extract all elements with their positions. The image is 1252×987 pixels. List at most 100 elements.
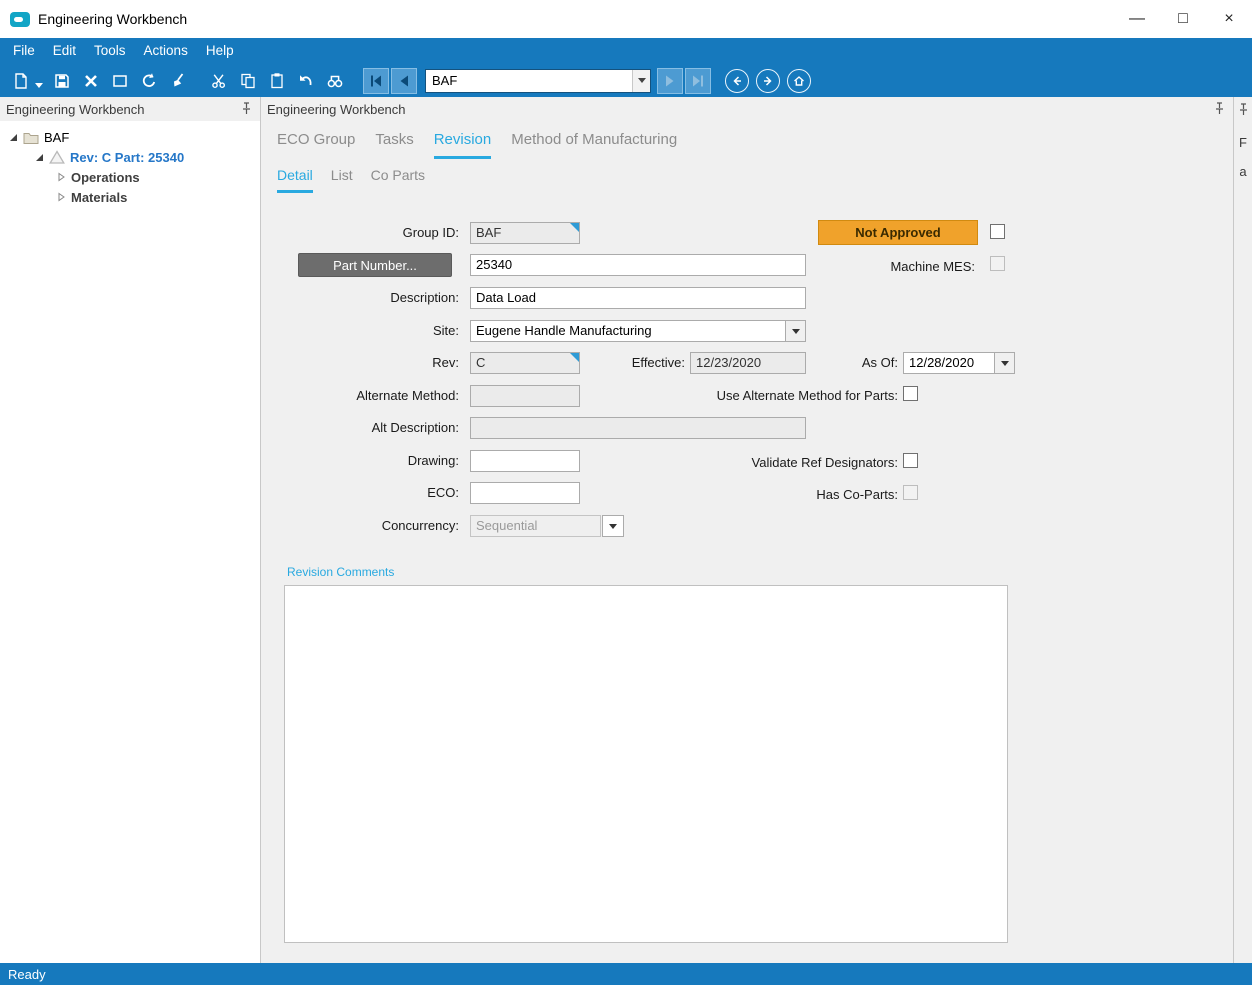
alternate-method-field[interactable] — [470, 385, 580, 407]
folder-icon — [23, 131, 39, 144]
right-dock-strip: F a — [1233, 97, 1252, 963]
group-id-label: Group ID: — [261, 225, 459, 241]
new-dropdown-icon[interactable] — [35, 83, 43, 88]
validate-ref-designators-label: Validate Ref Designators: — [591, 455, 898, 471]
description-label: Description: — [261, 290, 459, 306]
effective-field[interactable]: 12/23/2020 — [690, 352, 806, 374]
as-of-label: As Of: — [821, 355, 898, 371]
eco-label: ECO: — [261, 485, 459, 501]
tab-tasks[interactable]: Tasks — [375, 131, 413, 159]
first-record-icon[interactable] — [363, 68, 389, 94]
last-record-icon[interactable] — [685, 68, 711, 94]
effective-label: Effective: — [591, 355, 685, 371]
eco-field[interactable] — [470, 482, 580, 504]
drawing-label: Drawing: — [261, 453, 459, 469]
tree-node-operations-label: Operations — [71, 170, 140, 185]
close-button[interactable]: × — [1206, 0, 1252, 38]
home-icon[interactable] — [787, 69, 811, 93]
maximize-button[interactable]: □ — [1160, 0, 1206, 38]
tree-node-revision[interactable]: Rev: C Part: 25340 — [0, 147, 260, 167]
approval-status-button[interactable]: Not Approved — [818, 220, 978, 245]
description-field[interactable]: Data Load — [470, 287, 806, 309]
menu-file[interactable]: File — [4, 38, 44, 64]
expander-expanded-icon[interactable] — [8, 132, 18, 142]
clear-icon[interactable] — [107, 68, 133, 94]
pin-icon[interactable] — [1238, 103, 1249, 121]
revision-triangle-icon — [49, 150, 65, 164]
delete-icon[interactable] — [78, 68, 104, 94]
copy-icon[interactable] — [235, 68, 261, 94]
validate-ref-designators-checkbox[interactable] — [903, 453, 918, 468]
menu-actions[interactable]: Actions — [135, 38, 197, 64]
main-tabs: ECO Group Tasks Revision Method of Manuf… — [261, 121, 1233, 159]
approved-checkbox[interactable] — [990, 224, 1005, 239]
site-value: Eugene Handle Manufacturing — [471, 321, 785, 341]
tree-node-group-label: BAF — [44, 130, 69, 145]
group-id-field[interactable]: BAF — [470, 222, 580, 244]
as-of-value: 12/28/2020 — [904, 353, 994, 373]
use-alternate-method-checkbox[interactable] — [903, 386, 918, 401]
cut-icon[interactable] — [206, 68, 232, 94]
alt-description-field[interactable] — [470, 417, 806, 439]
main-panel: Engineering Workbench ECO Group Tasks Re… — [261, 97, 1233, 963]
subtab-co-parts[interactable]: Co Parts — [371, 167, 425, 193]
concurrency-dropdown-icon[interactable] — [602, 515, 624, 537]
expander-expanded-icon[interactable] — [34, 152, 44, 162]
forward-icon[interactable] — [756, 69, 780, 93]
tree-node-materials[interactable]: Materials — [0, 187, 260, 207]
subtab-detail[interactable]: Detail — [277, 167, 313, 193]
tree-node-group[interactable]: BAF — [0, 127, 260, 147]
record-combo-dropdown-icon[interactable] — [632, 70, 650, 92]
subtab-list[interactable]: List — [331, 167, 353, 193]
paste-icon[interactable] — [264, 68, 290, 94]
site-dropdown[interactable]: Eugene Handle Manufacturing — [470, 320, 806, 342]
minimize-button[interactable]: — — [1114, 0, 1160, 38]
toolbar: BAF — [0, 64, 1252, 97]
site-label: Site: — [261, 323, 459, 339]
back-icon[interactable] — [725, 69, 749, 93]
revision-detail-form: Group ID: BAF Not Approved Part Number..… — [261, 193, 1233, 963]
part-number-field[interactable]: 25340 — [470, 254, 806, 276]
right-strip-text: F — [1234, 135, 1252, 150]
revision-comments-label: Revision Comments — [287, 565, 394, 579]
as-of-date-picker[interactable]: 12/28/2020 — [903, 352, 1015, 374]
menu-help[interactable]: Help — [197, 38, 243, 64]
menu-edit[interactable]: Edit — [44, 38, 85, 64]
machine-mes-label: Machine MES: — [761, 259, 975, 275]
tree-node-materials-label: Materials — [71, 190, 127, 205]
next-record-icon[interactable] — [657, 68, 683, 94]
tab-eco-group[interactable]: ECO Group — [277, 131, 355, 159]
refresh-icon[interactable] — [136, 68, 162, 94]
pin-icon[interactable] — [1214, 102, 1225, 118]
chevron-down-icon[interactable] — [785, 321, 805, 341]
drawing-field[interactable] — [470, 450, 580, 472]
pin-icon[interactable] — [241, 102, 252, 118]
alternate-method-label: Alternate Method: — [261, 388, 459, 404]
undo-icon[interactable] — [293, 68, 319, 94]
record-combo[interactable]: BAF — [425, 69, 651, 93]
right-strip-text: a — [1234, 164, 1252, 179]
broom-icon[interactable] — [165, 68, 191, 94]
save-icon[interactable] — [49, 68, 75, 94]
part-number-button[interactable]: Part Number... — [298, 253, 452, 277]
use-alternate-method-label: Use Alternate Method for Parts: — [591, 388, 898, 404]
tree-node-revision-label: Rev: C Part: 25340 — [70, 150, 184, 165]
rev-field[interactable]: C — [470, 352, 580, 374]
tree-panel: Engineering Workbench BAF — [0, 97, 261, 963]
previous-record-icon[interactable] — [391, 68, 417, 94]
revision-subtabs: Detail List Co Parts — [261, 159, 1233, 193]
new-icon[interactable] — [8, 68, 34, 94]
status-text: Ready — [8, 967, 46, 982]
tab-method-of-manufacturing[interactable]: Method of Manufacturing — [511, 131, 677, 159]
revision-comments-textarea[interactable] — [284, 585, 1008, 943]
tab-revision[interactable]: Revision — [434, 131, 492, 159]
app-icon — [10, 12, 30, 27]
expander-collapsed-icon[interactable] — [56, 172, 66, 182]
tree-node-operations[interactable]: Operations — [0, 167, 260, 187]
search-icon[interactable] — [322, 68, 348, 94]
menu-tools[interactable]: Tools — [85, 38, 135, 64]
chevron-down-icon[interactable] — [994, 353, 1014, 373]
expander-collapsed-icon[interactable] — [56, 192, 66, 202]
toolbar-separator — [713, 68, 725, 94]
rev-label: Rev: — [261, 355, 459, 371]
